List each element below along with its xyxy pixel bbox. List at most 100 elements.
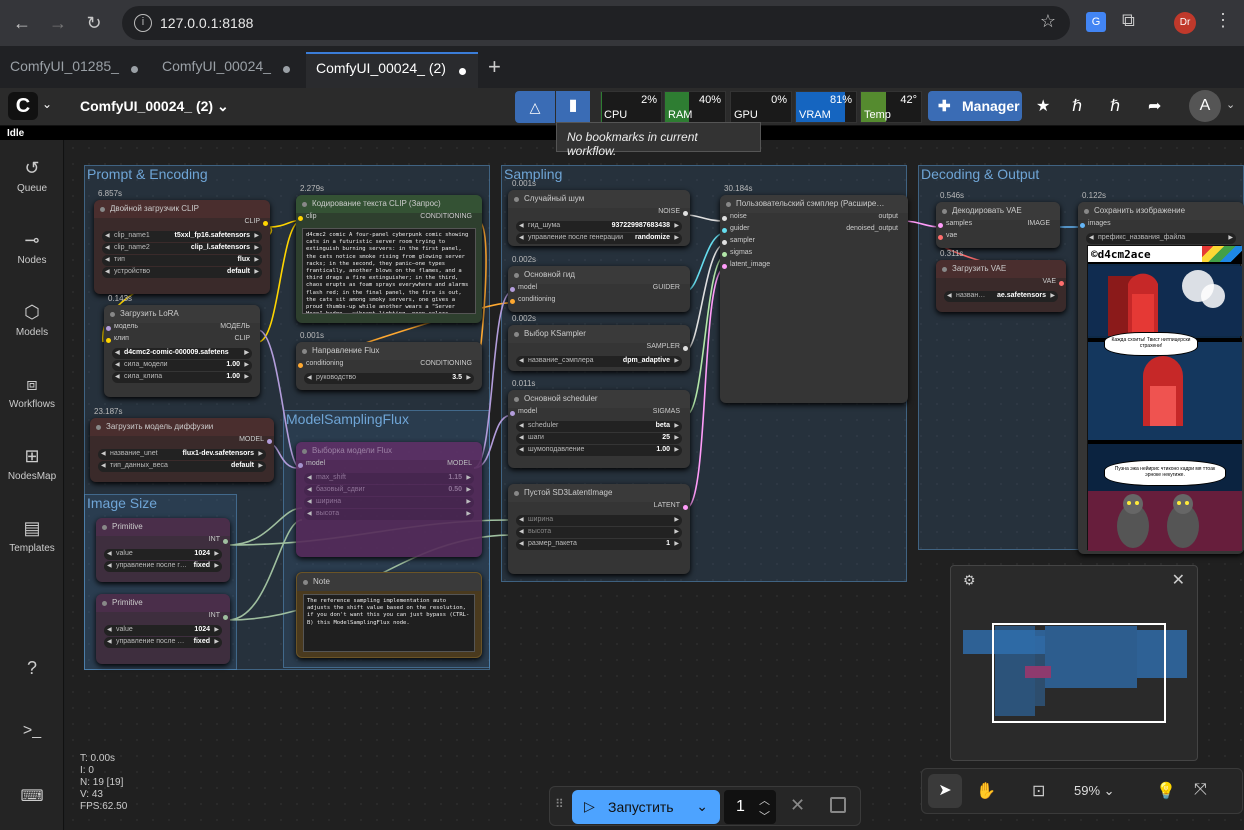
widget-max-shift[interactable]: max_shift 1.15 — [304, 473, 474, 484]
node-note[interactable]: Note The reference sampling implementati… — [296, 572, 482, 658]
fit-view-icon[interactable]: ⊡ — [1032, 781, 1045, 801]
batch-count-input[interactable]: 1 ︿ ﹀ — [724, 790, 776, 824]
lightbulb-icon[interactable]: 💡 — [1156, 781, 1176, 801]
forward-icon[interactable]: → — [46, 11, 70, 35]
input-latent-image[interactable]: latent_image — [720, 261, 908, 273]
browser-menu-icon[interactable]: ⋮ — [1214, 10, 1232, 31]
input-sampler[interactable]: sampler — [720, 237, 908, 249]
run-button[interactable]: ▷ Запустить ⌄ — [572, 790, 720, 824]
widget-scheduler[interactable]: scheduler beta — [516, 421, 682, 432]
widget-lora-name[interactable]: d4cmc2-comic-000009.safetens — [112, 348, 252, 359]
node-ksampler-select[interactable]: 0.002s Выбор KSampler SAMPLER название_с… — [508, 314, 690, 371]
input-conditioning[interactable]: conditioning — [508, 296, 690, 308]
input-conditioning[interactable]: conditioning CONDITIONING — [296, 360, 482, 372]
close-icon[interactable]: ✕ — [1172, 570, 1185, 590]
link-visibility-icon[interactable]: ⤧ — [1194, 781, 1207, 799]
back-icon[interactable]: ← — [10, 11, 34, 35]
sidebar-item-nodesmap[interactable]: ⊞ NodesMap — [0, 446, 64, 482]
star-icon[interactable]: ★ — [1036, 96, 1050, 116]
input-model[interactable]: model SIGMAS — [508, 408, 690, 420]
terminal-icon[interactable]: >_ — [0, 722, 64, 740]
widget-clip-name1[interactable]: clip_name1 t5xxl_fp16.safetensors — [102, 231, 262, 242]
output-model[interactable]: MODEL — [90, 436, 274, 448]
widget-noise-seed[interactable]: гид_шума 937229987683438 — [516, 221, 682, 232]
output-latent[interactable]: LATENT — [508, 502, 690, 514]
output-clip[interactable]: CLIP — [94, 218, 270, 230]
input-noise[interactable]: noise output — [720, 213, 908, 225]
widget-control-after[interactable]: управление после … fixed — [104, 637, 222, 648]
note-text[interactable]: The reference sampling implementation au… — [303, 594, 475, 652]
chevron-down-icon[interactable]: ⌄ — [1226, 98, 1235, 111]
node-primitive-height[interactable]: Primitive INT value 1024 управление после… — [96, 594, 230, 664]
output-int[interactable]: INT — [96, 536, 230, 548]
sidebar-item-models[interactable]: ⬡ Models — [0, 302, 64, 338]
widget-type[interactable]: тип flux — [102, 255, 262, 266]
reload-icon[interactable]: ↻ — [82, 11, 106, 35]
node-basic-guider[interactable]: 0.002s Основной гид model GUIDER conditio… — [508, 255, 690, 312]
widget-denoise[interactable]: шумоподавление 1.00 — [516, 445, 682, 456]
new-tab-icon[interactable]: + — [488, 54, 501, 80]
node-sampler-custom-advanced[interactable]: 30.184s Пользовательский сэмплер (Расшир… — [720, 184, 908, 403]
widget-control-after[interactable]: управление после г… fixed — [104, 561, 222, 572]
widget-model-strength[interactable]: сила_модели 1.00 — [112, 360, 252, 371]
widget-unet-name[interactable]: название_unet flux1-dev.safetensors — [98, 449, 266, 460]
input-model[interactable]: модель МОДЕЛЬ — [104, 323, 260, 335]
user-avatar[interactable]: A — [1189, 90, 1221, 122]
output-noise[interactable]: NOISE — [508, 208, 690, 220]
address-bar[interactable]: i 127.0.0.1:8188 ☆ — [122, 6, 1070, 40]
comfy-logo-icon[interactable]: C — [8, 92, 38, 120]
comfy-link2-icon[interactable]: ℏ — [1110, 96, 1120, 116]
increment-icon[interactable]: ︿ — [759, 792, 770, 808]
tab-2[interactable]: ComfyUI_00024_ — [152, 52, 302, 88]
widget-steps[interactable]: шаги 25 — [516, 433, 682, 444]
node-primitive-width[interactable]: Primitive INT value 1024 управление после… — [96, 518, 230, 582]
widget-weight-dtype[interactable]: тип_данных_веса default — [98, 461, 266, 472]
output-vae[interactable]: VAE — [936, 278, 1066, 290]
keyboard-icon[interactable]: ⌨ — [0, 786, 64, 806]
widget-height[interactable]: высота — [304, 509, 474, 520]
output-sampler[interactable]: SAMPLER — [508, 343, 690, 355]
input-vae[interactable]: vae — [936, 232, 1060, 244]
widget-base-shift[interactable]: базовый_сдвиг 0.50 — [304, 485, 474, 496]
widget-guidance[interactable]: руководство 3.5 — [304, 373, 474, 384]
sidebar-item-nodes[interactable]: ⊸ Nodes — [0, 230, 64, 266]
widget-height-converted[interactable]: высота — [516, 527, 682, 538]
widget-control-after-generate[interactable]: управление после генерации randomize — [516, 233, 682, 244]
widget-vae-name[interactable]: назван… ae.safetensors — [944, 291, 1058, 302]
node-dual-clip-loader[interactable]: 6.857s Двойной загрузчик CLIP CLIP clip_… — [94, 189, 270, 294]
sidebar-item-workflows[interactable]: ⧈ Workflows — [0, 374, 64, 410]
settings-sliders-icon[interactable]: ⚙ — [963, 572, 976, 589]
pointer-icon[interactable]: ➤ — [928, 774, 962, 808]
node-clip-text-encode[interactable]: 2.279s Кодирование текста CLIP (Запрос) … — [296, 184, 482, 323]
widget-device[interactable]: устройство default — [102, 267, 262, 278]
bookmark-button[interactable]: ▮ — [556, 91, 590, 123]
widget-clip-name2[interactable]: clip_name2 clip_l.safetensors — [102, 243, 262, 254]
bookmark-star-icon[interactable]: ☆ — [1040, 11, 1056, 32]
stop-icon[interactable] — [830, 797, 846, 813]
extensions-icon[interactable]: ⧉ — [1122, 10, 1135, 31]
tab-3-active[interactable]: ComfyUI_00024_ (2) — [306, 52, 478, 88]
profile-avatar[interactable]: Dr — [1174, 12, 1196, 34]
output-image-preview[interactable]: ©d4cm2ace Кажда схоиты! Твист нитпицерск… — [1087, 245, 1242, 551]
decrement-icon[interactable]: ﹀ — [759, 808, 770, 824]
node-random-noise[interactable]: 0.001s Случайный шум NOISE гид_шума 93722… — [508, 179, 690, 246]
cancel-icon[interactable]: ✕ — [790, 795, 805, 816]
widget-value[interactable]: value 1024 — [104, 625, 222, 636]
widget-value[interactable]: value 1024 — [104, 549, 222, 560]
input-model[interactable]: model MODEL — [296, 460, 482, 472]
widget-filename-prefix[interactable]: префикс_названия_файла — [1086, 233, 1236, 244]
comfy-link-icon[interactable]: ℏ — [1072, 96, 1082, 116]
translate-icon[interactable]: G — [1086, 12, 1106, 32]
tab-1[interactable]: ComfyUI_01285_ — [0, 52, 150, 88]
node-basic-scheduler[interactable]: 0.011s Основной scheduler model SIGMAS sc… — [508, 379, 690, 468]
sidebar-item-templates[interactable]: ▤ Templates — [0, 518, 64, 554]
node-model-sampling-flux-bypassed[interactable]: Выборка модели Flux model MODEL max_shift… — [296, 442, 482, 557]
zoom-dropdown[interactable]: 59% ⌄ — [1074, 783, 1115, 799]
share-icon[interactable]: ➦ — [1148, 96, 1161, 116]
output-int[interactable]: INT — [96, 612, 230, 624]
input-clip[interactable]: клип CLIP — [104, 335, 260, 347]
widget-width[interactable]: ширина — [304, 497, 474, 508]
crystools-logo-icon[interactable]: △ — [515, 91, 555, 123]
widget-width-converted[interactable]: ширина — [516, 515, 682, 526]
input-guider[interactable]: guider denoised_output — [720, 225, 908, 237]
